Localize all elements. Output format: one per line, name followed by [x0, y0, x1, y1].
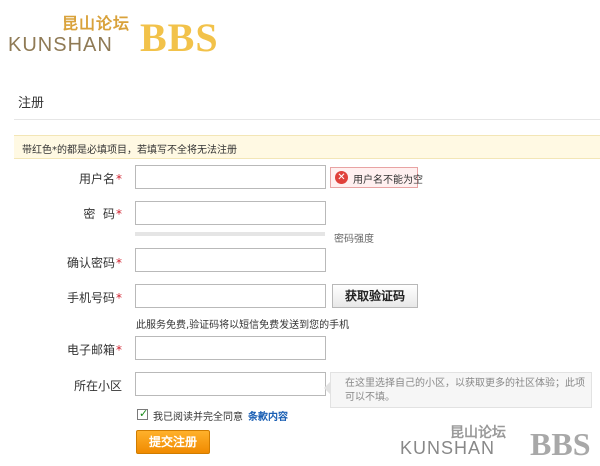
community-label-text: 所在小区: [73, 379, 122, 393]
confirm-password-input[interactable]: [135, 248, 326, 272]
watermark-bbs-text: BBS: [530, 426, 591, 462]
username-error-text: 用户名不能为空: [353, 175, 423, 186]
title-divider: [14, 119, 600, 120]
confirm-password-label-text: 确认密码: [66, 256, 115, 270]
phone-label-text: 手机号码: [66, 291, 115, 305]
community-input[interactable]: [135, 372, 326, 396]
submit-register-button[interactable]: 提交注册: [136, 430, 210, 454]
sms-free-hint: 此服务免费,验证码将以短信免费发送到您的手机: [136, 320, 350, 331]
password-strength-label: 密码强度: [334, 234, 374, 245]
password-strength-bar: [135, 232, 325, 236]
phone-input[interactable]: [135, 284, 326, 308]
agreement-checkbox[interactable]: ✓: [137, 407, 149, 420]
username-error-tip: ✕ 用户名不能为空: [330, 167, 423, 188]
logo-english-text: KUNSHAN: [8, 34, 113, 56]
get-verification-code-button[interactable]: 获取验证码: [332, 284, 418, 308]
agreement-text: 我已阅读并完全同意: [153, 412, 243, 423]
phone-label: 手机号码*: [32, 289, 122, 306]
username-label-text: 用户名: [78, 172, 115, 186]
required-notice: 带红色*的都是必填项目，若填写不全将无法注册: [14, 135, 600, 159]
required-mark: *: [116, 256, 122, 270]
required-mark: *: [116, 207, 122, 221]
site-logo[interactable]: 昆山论坛 KUNSHAN BBS: [8, 8, 238, 60]
community-hint-box: 在这里选择自己的小区，以获取更多的社区体验；此项可以不填。: [324, 372, 592, 408]
hint-arrow: [324, 381, 331, 395]
community-hint-text: 在这里选择自己的小区，以获取更多的社区体验；此项可以不填。: [345, 378, 585, 403]
logo-bbs-text: BBS: [140, 15, 219, 60]
email-label-text: 电子邮箱: [66, 343, 115, 357]
password-input[interactable]: [135, 201, 326, 225]
checkmark-icon: ✓: [139, 407, 149, 420]
watermark-english-text: KUNSHAN: [400, 438, 496, 458]
community-label: 所在小区: [32, 377, 122, 394]
username-label: 用户名*: [32, 170, 122, 187]
required-notice-text: 带红色*的都是必填项目，若填写不全将无法注册: [22, 145, 237, 156]
terms-link[interactable]: 条款内容: [248, 408, 288, 423]
required-mark: *: [116, 343, 122, 357]
error-circle-icon: ✕: [335, 171, 348, 184]
page-title: 注册: [18, 96, 45, 111]
site-watermark: 昆山论坛 KUNSHAN BBS: [400, 420, 600, 466]
username-input[interactable]: [135, 165, 326, 189]
confirm-password-label: 确认密码*: [32, 254, 122, 271]
required-mark: *: [116, 172, 122, 186]
email-input[interactable]: [135, 336, 326, 360]
password-label: 密 码*: [32, 205, 122, 222]
password-label-text: 密 码: [83, 207, 115, 221]
required-mark: *: [116, 291, 122, 305]
logo-chinese-text: 昆山论坛: [62, 14, 131, 33]
email-label: 电子邮箱*: [32, 341, 122, 358]
